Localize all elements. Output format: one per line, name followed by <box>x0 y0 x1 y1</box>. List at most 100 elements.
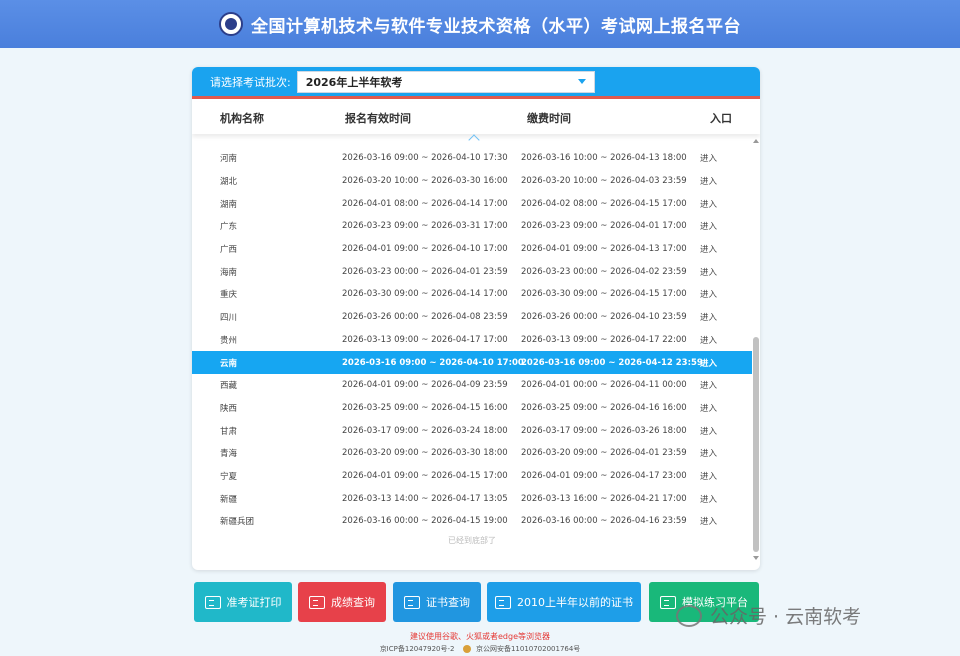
pay-time: 2026-04-01 09:00 ~ 2026-04-17 23:00 <box>521 470 687 481</box>
table-row[interactable]: 重庆 2026-03-30 09:00 ~ 2026-04-14 17:00 202… <box>192 283 752 306</box>
reg-time: 2026-04-01 08:00 ~ 2026-04-14 17:00 <box>342 198 508 209</box>
org-name: 新疆兵团 <box>220 517 255 528</box>
org-name: 海南 <box>220 267 238 278</box>
reg-time: 2026-03-23 09:00 ~ 2026-03-31 17:00 <box>342 221 508 232</box>
table-row[interactable]: 湖南 2026-04-01 08:00 ~ 2026-04-14 17:00 202… <box>192 192 752 215</box>
org-name: 宁夏 <box>220 471 238 482</box>
col-header-pay-time: 缴费时间 <box>527 112 571 125</box>
reg-time: 2026-03-20 09:00 ~ 2026-03-30 18:00 <box>342 448 508 459</box>
entry-link[interactable]: 进入 <box>700 243 717 255</box>
registration-panel: 请选择考试批次: 2026年上半年软考 机构名称 报名有效时间 缴费时间 入口 … <box>192 67 760 570</box>
site-title: 全国计算机技术与软件专业技术资格（水平）考试网上报名平台 <box>251 16 741 37</box>
reg-time: 2026-03-13 09:00 ~ 2026-04-17 17:00 <box>342 334 508 345</box>
reg-time: 2026-03-16 09:00 ~ 2026-04-10 17:00 <box>342 357 524 368</box>
entry-link[interactable]: 进入 <box>700 515 717 527</box>
entry-link[interactable]: 进入 <box>700 198 717 210</box>
pay-time: 2026-03-16 09:00 ~ 2026-04-12 23:59 <box>521 357 703 368</box>
scroll-up-arrow-icon[interactable] <box>753 139 759 143</box>
pay-time: 2026-03-30 09:00 ~ 2026-04-15 17:00 <box>521 289 687 300</box>
table-row[interactable]: 广东 2026-03-23 09:00 ~ 2026-03-31 17:00 202… <box>192 215 752 238</box>
table-row[interactable]: 新疆兵团 2026-03-16 00:00 ~ 2026-04-15 19:00 2… <box>192 510 752 533</box>
pay-time: 2026-03-16 10:00 ~ 2026-04-13 18:00 <box>521 153 687 164</box>
table-row[interactable]: 青海 2026-03-20 09:00 ~ 2026-03-30 18:00 202… <box>192 442 752 465</box>
scrollbar-thumb[interactable] <box>753 337 759 552</box>
pay-time: 2026-03-23 09:00 ~ 2026-04-01 17:00 <box>521 221 687 232</box>
pay-time: 2026-03-20 09:00 ~ 2026-04-01 23:59 <box>521 448 687 459</box>
watermark-text: 公众号 · 云南软考 <box>710 606 862 628</box>
pay-time: 2026-03-23 00:00 ~ 2026-04-02 23:59 <box>521 266 687 277</box>
org-name: 广西 <box>220 245 238 256</box>
entry-link[interactable]: 进入 <box>700 152 717 164</box>
police-badge-icon <box>462 645 471 653</box>
reg-time: 2026-04-01 09:00 ~ 2026-04-10 17:00 <box>342 244 508 255</box>
score-report-icon <box>309 595 325 609</box>
scroll-up-chevron-icon[interactable] <box>468 134 480 146</box>
footer-icp: 京ICP备12047920号-2 京公网安备11010702001764号 <box>0 644 960 654</box>
table-row[interactable]: 贵州 2026-03-13 09:00 ~ 2026-04-17 17:00 202… <box>192 329 752 352</box>
table-row[interactable]: 陕西 2026-03-25 09:00 ~ 2026-04-15 16:00 202… <box>192 397 752 420</box>
table-row[interactable]: 新疆 2026-03-13 14:00 ~ 2026-04-17 13:05 202… <box>192 487 752 510</box>
reg-time: 2026-03-17 09:00 ~ 2026-03-24 18:00 <box>342 425 508 436</box>
entry-link[interactable]: 进入 <box>700 266 717 278</box>
table-row[interactable]: 宁夏 2026-04-01 09:00 ~ 2026-04-15 17:00 202… <box>192 465 752 488</box>
table-row[interactable]: 湖北 2026-03-20 10:00 ~ 2026-03-30 16:00 202… <box>192 170 752 193</box>
entry-link[interactable]: 进入 <box>700 425 717 437</box>
reg-time: 2026-03-25 09:00 ~ 2026-04-15 16:00 <box>342 402 508 413</box>
reg-time: 2026-03-13 14:00 ~ 2026-04-17 13:05 <box>342 493 508 504</box>
scroll-down-arrow-icon[interactable] <box>753 556 759 560</box>
police-link[interactable]: 京公网安备11010702001764号 <box>476 645 580 653</box>
entry-link[interactable]: 进入 <box>700 288 717 300</box>
watermark: 公众号 · 云南软考 <box>676 602 861 629</box>
wechat-icon <box>676 604 702 627</box>
certificate-icon <box>404 595 420 609</box>
reg-time: 2026-03-16 09:00 ~ 2026-04-10 17:30 <box>342 153 508 164</box>
org-name: 新疆 <box>220 494 238 505</box>
entry-link[interactable]: 进入 <box>700 311 717 323</box>
entry-link[interactable]: 进入 <box>700 402 717 414</box>
entry-link[interactable]: 进入 <box>700 493 717 505</box>
table-row[interactable]: 河南 2026-03-16 09:00 ~ 2026-04-10 17:30 202… <box>192 147 752 170</box>
old-certificate-button[interactable]: 2010上半年以前的证书 <box>487 582 641 622</box>
practice-icon <box>660 595 676 609</box>
batch-bar: 请选择考试批次: 2026年上半年软考 <box>192 67 760 99</box>
table-row[interactable]: 广西 2026-04-01 09:00 ~ 2026-04-10 17:00 202… <box>192 238 752 261</box>
entry-link[interactable]: 进入 <box>700 379 717 391</box>
pay-time: 2026-03-13 09:00 ~ 2026-04-17 22:00 <box>521 334 687 345</box>
pay-time: 2026-04-01 00:00 ~ 2026-04-11 00:00 <box>521 380 687 391</box>
batch-select[interactable]: 2026年上半年软考 <box>296 70 595 93</box>
pay-time: 2026-03-26 00:00 ~ 2026-04-10 23:59 <box>521 312 687 323</box>
org-name: 四川 <box>220 313 238 324</box>
button-label: 2010上半年以前的证书 <box>517 596 633 609</box>
entry-link[interactable]: 进入 <box>700 220 717 232</box>
org-name: 云南 <box>220 358 238 369</box>
entry-link[interactable]: 进入 <box>700 470 717 482</box>
table-row[interactable]: 云南 2026-03-16 09:00 ~ 2026-04-10 17:00 202… <box>192 351 752 374</box>
table-row[interactable]: 四川 2026-03-26 00:00 ~ 2026-04-08 23:59 202… <box>192 306 752 329</box>
scrollbar[interactable] <box>752 137 760 562</box>
reg-time: 2026-03-16 00:00 ~ 2026-04-15 19:00 <box>342 516 508 527</box>
score-query-button[interactable]: 成绩查询 <box>298 582 386 622</box>
table-row[interactable]: 西藏 2026-04-01 09:00 ~ 2026-04-09 23:59 202… <box>192 374 752 397</box>
pay-time: 2026-04-01 09:00 ~ 2026-04-13 17:00 <box>521 244 687 255</box>
reg-time: 2026-03-30 09:00 ~ 2026-04-14 17:00 <box>342 289 508 300</box>
reg-time: 2026-04-01 09:00 ~ 2026-04-15 17:00 <box>342 470 508 481</box>
entry-link[interactable]: 进入 <box>700 334 717 346</box>
icp-link[interactable]: 京ICP备12047920号-2 <box>380 645 455 653</box>
chevron-down-icon <box>577 79 586 84</box>
table-row[interactable]: 甘肃 2026-03-17 09:00 ~ 2026-03-24 18:00 202… <box>192 419 752 442</box>
batch-label: 请选择考试批次: <box>210 75 291 89</box>
org-name: 广东 <box>220 222 238 233</box>
certificate-query-button[interactable]: 证书查询 <box>393 582 481 622</box>
entry-link[interactable]: 进入 <box>700 357 717 369</box>
reg-time: 2026-03-23 00:00 ~ 2026-04-01 23:59 <box>342 266 508 277</box>
org-name: 陕西 <box>220 403 238 414</box>
org-name: 甘肃 <box>220 426 238 437</box>
entry-link[interactable]: 进入 <box>700 175 717 187</box>
pay-time: 2026-03-20 10:00 ~ 2026-04-03 23:59 <box>521 176 687 187</box>
col-header-reg-time: 报名有效时间 <box>345 112 411 125</box>
org-name: 湖北 <box>220 177 238 188</box>
table-row[interactable]: 海南 2026-03-23 00:00 ~ 2026-04-01 23:59 202… <box>192 260 752 283</box>
entry-link[interactable]: 进入 <box>700 447 717 459</box>
org-name: 西藏 <box>220 381 238 392</box>
admission-ticket-print-button[interactable]: 准考证打印 <box>194 582 292 622</box>
